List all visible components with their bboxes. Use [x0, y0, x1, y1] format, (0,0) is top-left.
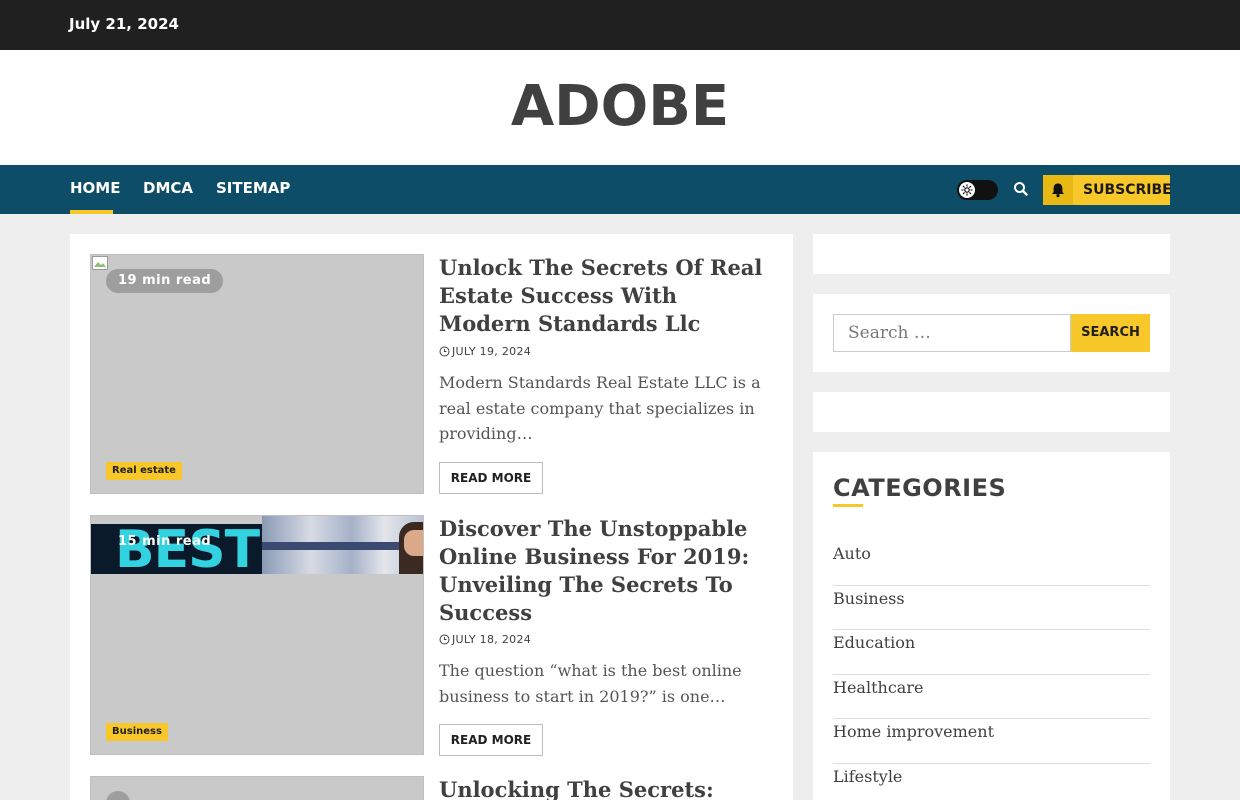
search-button[interactable]: SEARCH — [1071, 314, 1150, 352]
bell-icon — [1043, 175, 1073, 205]
post-thumbnail[interactable] — [90, 776, 424, 800]
category-link-healthcare[interactable]: Healthcare — [833, 675, 1150, 720]
masthead: ADOBE — [0, 50, 1240, 165]
read-more-button[interactable]: READ MORE — [439, 462, 543, 494]
post-card: 19 min read Real estate Unlock The Secre… — [90, 254, 780, 494]
read-time-badge: 15 min read — [118, 534, 212, 549]
sun-icon — [959, 182, 975, 198]
read-time-badge — [106, 791, 130, 800]
subscribe-label: SUBSCRIBE — [1083, 182, 1172, 198]
sidebar-widget-empty — [813, 392, 1170, 432]
post-title[interactable]: Discover The Unstoppable Online Business… — [439, 515, 769, 627]
site-title[interactable]: ADOBE — [0, 75, 1240, 139]
current-date: July 21, 2024 — [69, 15, 179, 33]
post-title[interactable]: Unlock The Secrets Of Real Estate Succes… — [439, 254, 769, 338]
nav-active-indicator — [70, 210, 113, 214]
post-card: Unlocking The Secrets: — [90, 776, 780, 800]
category-badge[interactable]: Real estate — [106, 462, 182, 480]
search-widget: Search … SEARCH — [813, 294, 1170, 372]
post-card: BEST 15 min read Business Discover The U… — [90, 515, 780, 756]
read-more-button[interactable]: READ MORE — [439, 724, 543, 756]
category-link-education[interactable]: Education — [833, 630, 1150, 675]
search-input[interactable]: Search … — [833, 314, 1071, 352]
search-icon[interactable] — [1010, 178, 1032, 200]
heading-underline — [833, 504, 863, 507]
nav-item-home[interactable]: HOME — [70, 179, 120, 197]
subscribe-button[interactable]: SUBSCRIBE — [1043, 175, 1172, 205]
categories-list: Auto Business Education Healthcare Home … — [833, 541, 1150, 800]
nav-item-dmca[interactable]: DMCA — [143, 179, 193, 197]
category-link-auto[interactable]: Auto — [833, 541, 1150, 586]
broken-image-icon — [92, 256, 108, 270]
clock-icon — [439, 634, 450, 648]
category-link-business[interactable]: Business — [833, 586, 1150, 631]
post-thumbnail[interactable]: BEST 15 min read Business — [90, 515, 424, 755]
post-date-text: JULY 19, 2024 — [452, 345, 532, 358]
post-date: JULY 19, 2024 — [439, 345, 531, 360]
nav-item-sitemap[interactable]: SITEMAP — [216, 179, 290, 197]
post-thumbnail[interactable]: 19 min read Real estate — [90, 254, 424, 494]
category-link-home-improvement[interactable]: Home improvement — [833, 719, 1150, 764]
read-time-badge: 19 min read — [106, 269, 224, 293]
post-excerpt: Modern Standards Real Estate LLC is a re… — [439, 373, 761, 443]
category-badge[interactable]: Business — [106, 723, 168, 741]
clock-icon — [439, 346, 450, 360]
post-date-text: JULY 18, 2024 — [452, 633, 532, 646]
sidebar-widget-empty — [813, 234, 1170, 274]
post-date: JULY 18, 2024 — [439, 633, 531, 648]
categories-widget: CATEGORIES Auto Business Education Healt… — [813, 452, 1170, 800]
top-bar: July 21, 2024 — [0, 0, 1240, 50]
dark-mode-toggle[interactable] — [957, 180, 998, 200]
category-link-lifestyle[interactable]: Lifestyle — [833, 764, 1150, 800]
post-excerpt: The question “what is the best online bu… — [439, 661, 742, 706]
post-title[interactable]: Unlocking The Secrets: — [439, 776, 769, 800]
categories-heading: CATEGORIES — [833, 474, 1007, 502]
